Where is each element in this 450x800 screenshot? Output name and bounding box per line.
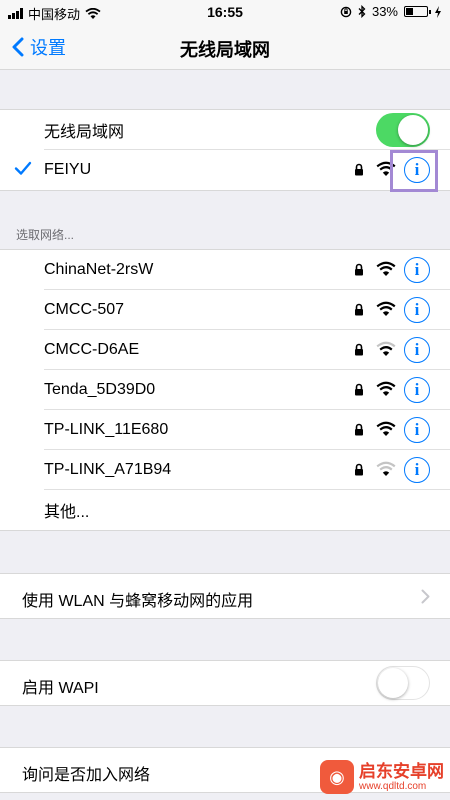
navigation-bar: 设置 无线局域网: [0, 24, 450, 70]
toggle-knob: [378, 668, 408, 698]
lock-icon: [355, 343, 363, 356]
wlan-group: 无线局域网 FEIYU i: [0, 109, 450, 192]
watermark-text: 启东安卓网 www.qdltd.com: [359, 762, 444, 792]
status-bar: 中国移动 16:55 33%: [0, 0, 450, 24]
info-button[interactable]: i: [404, 157, 430, 183]
wifi-signal-icon: [376, 301, 396, 316]
lock-icon: [355, 383, 363, 396]
toggle-knob: [398, 115, 428, 145]
network-name: Tenda_5D39D0: [44, 381, 156, 398]
network-row[interactable]: CMCC-D6AE i: [0, 330, 450, 370]
wifi-signal-icon: [376, 261, 396, 276]
ask-join-label: 询问是否加入网络: [22, 767, 151, 784]
info-button[interactable]: i: [404, 377, 430, 403]
network-name: ChinaNet-2rsW: [44, 261, 154, 278]
wifi-signal-icon: [376, 341, 396, 356]
other-network-label: 其他...: [44, 504, 90, 521]
wifi-signal-icon: [376, 421, 396, 436]
watermark-logo-icon: ◉: [320, 760, 354, 794]
bluetooth-icon: [358, 5, 366, 18]
wifi-signal-icon: [376, 461, 396, 476]
network-row[interactable]: TP-LINK_A71B94 i: [0, 450, 450, 490]
network-row[interactable]: TP-LINK_11E680 i: [0, 410, 450, 450]
battery-icon: [404, 6, 431, 17]
networks-group: ChinaNet-2rsW i CMCC-507 i CMCC-D6AE i T…: [0, 249, 450, 531]
network-name: TP-LINK_11E680: [44, 421, 169, 438]
watermark-name: 启东安卓网: [359, 762, 444, 781]
info-button[interactable]: i: [404, 457, 430, 483]
network-name: CMCC-507: [44, 301, 125, 318]
wapi-label: 启用 WAPI: [22, 680, 99, 697]
page-title: 无线局域网: [180, 40, 270, 60]
network-name: TP-LINK_A71B94: [44, 461, 172, 478]
lock-icon: [355, 423, 363, 436]
watermark-url: www.qdltd.com: [359, 781, 427, 792]
info-button[interactable]: i: [404, 257, 430, 283]
chevron-right-icon: [421, 589, 430, 604]
network-row[interactable]: ChinaNet-2rsW i: [0, 250, 450, 290]
wlan-apps-label: 使用 WLAN 与蜂窝移动网的应用: [22, 593, 254, 610]
network-row[interactable]: Tenda_5D39D0 i: [0, 370, 450, 410]
charging-icon: [435, 5, 441, 18]
lock-icon: [355, 303, 363, 316]
lock-icon: [355, 163, 363, 176]
status-bar-right: 33%: [340, 4, 442, 19]
connected-network-name: FEIYU: [44, 161, 92, 178]
info-button[interactable]: i: [404, 337, 430, 363]
connected-network-row[interactable]: FEIYU i: [0, 150, 450, 192]
orientation-lock-icon: [340, 6, 352, 17]
info-button[interactable]: i: [404, 297, 430, 323]
wapi-toggle[interactable]: [376, 666, 430, 700]
wlan-apps-row[interactable]: 使用 WLAN 与蜂窝移动网的应用: [0, 573, 450, 619]
watermark: ◉ 启东安卓网 www.qdltd.com: [320, 760, 444, 794]
checkmark-icon: [14, 161, 32, 175]
networks-section-header: 选取网络...: [16, 228, 75, 242]
battery-percent: 33%: [371, 4, 398, 19]
wlan-toggle[interactable]: [376, 113, 430, 147]
network-name: CMCC-D6AE: [44, 341, 140, 358]
wifi-signal-icon: [376, 381, 396, 396]
lock-icon: [355, 463, 363, 476]
other-network-row[interactable]: 其他...: [0, 490, 450, 530]
wlan-toggle-row: 无线局域网: [0, 110, 450, 150]
wlan-toggle-label: 无线局域网: [44, 124, 125, 141]
lock-icon: [355, 263, 363, 276]
network-row[interactable]: CMCC-507 i: [0, 290, 450, 330]
wapi-row: 启用 WAPI: [0, 660, 450, 706]
info-button[interactable]: i: [404, 417, 430, 443]
